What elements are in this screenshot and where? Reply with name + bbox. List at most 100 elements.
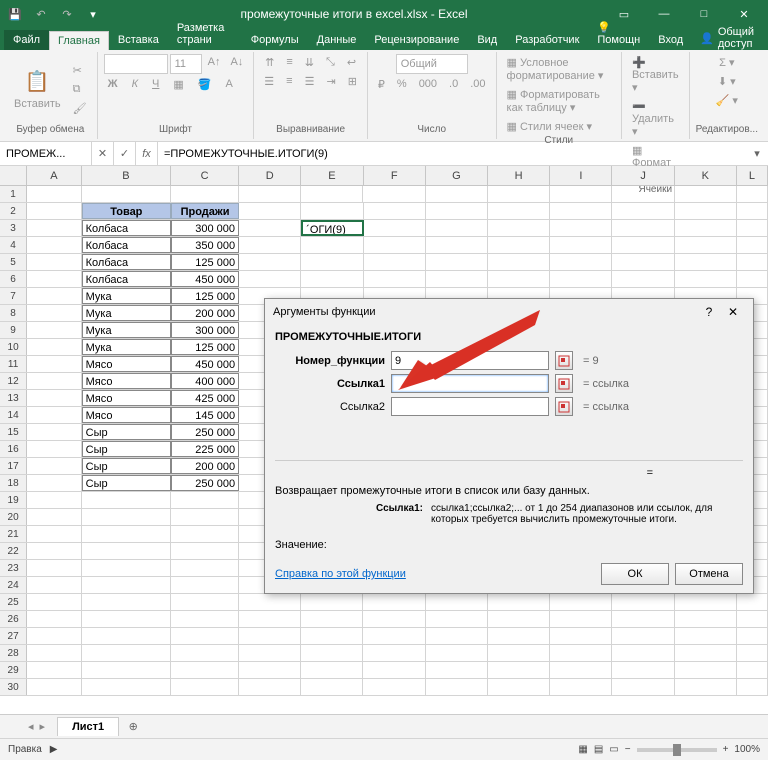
cell[interactable] [27, 322, 81, 338]
cell[interactable] [675, 237, 737, 253]
cell[interactable] [488, 203, 550, 219]
close-icon[interactable]: ✕ [724, 0, 764, 28]
cell[interactable] [82, 526, 171, 542]
cell[interactable] [737, 254, 768, 270]
cell[interactable] [27, 407, 81, 423]
row-header[interactable]: 20 [0, 509, 27, 525]
cell[interactable]: 300 000 [171, 220, 239, 236]
cell[interactable] [426, 662, 488, 678]
cell[interactable] [27, 424, 81, 440]
cell[interactable] [737, 611, 768, 627]
delete-cells-button[interactable]: ➖ Удалить ▾ [628, 98, 683, 140]
cell[interactable]: Мука [82, 339, 171, 355]
cell[interactable] [426, 611, 488, 627]
col-header[interactable]: F [364, 166, 426, 185]
cell[interactable] [27, 560, 81, 576]
row-header[interactable]: 14 [0, 407, 27, 423]
select-all-corner[interactable] [0, 166, 27, 185]
cell[interactable] [488, 679, 550, 695]
cell[interactable] [239, 611, 301, 627]
cell[interactable] [27, 679, 81, 695]
cell[interactable] [301, 271, 363, 287]
cell[interactable] [550, 237, 612, 253]
cell[interactable] [737, 220, 768, 236]
cell[interactable] [239, 237, 301, 253]
indent-icon[interactable]: ⇥ [322, 73, 339, 90]
cell[interactable] [171, 611, 239, 627]
row-header[interactable]: 15 [0, 424, 27, 440]
cell[interactable] [612, 662, 674, 678]
cell[interactable] [363, 645, 425, 661]
cell[interactable]: 450 000 [171, 356, 239, 372]
tab-login[interactable]: Вход [649, 30, 692, 50]
zoom-in-icon[interactable]: + [723, 744, 729, 755]
cell[interactable] [82, 611, 171, 627]
cell[interactable] [239, 203, 301, 219]
cell[interactable] [27, 186, 81, 202]
row-header[interactable]: 10 [0, 339, 27, 355]
cell[interactable] [612, 628, 674, 644]
range-selector-icon[interactable] [555, 351, 573, 370]
row-header[interactable]: 30 [0, 679, 27, 695]
cell[interactable] [612, 611, 674, 627]
cell[interactable] [171, 577, 239, 593]
wrap-text-icon[interactable]: ↩ [343, 54, 360, 71]
cell[interactable] [364, 203, 426, 219]
cell[interactable] [82, 628, 171, 644]
cell[interactable] [171, 543, 239, 559]
arg-input[interactable] [391, 397, 549, 416]
cell[interactable] [675, 220, 737, 236]
cell[interactable] [488, 220, 550, 236]
tab-review[interactable]: Рецензирование [365, 30, 468, 50]
cell[interactable] [364, 220, 426, 236]
cell[interactable] [550, 594, 612, 610]
cell[interactable] [27, 254, 81, 270]
row-header[interactable]: 4 [0, 237, 27, 253]
cell[interactable] [488, 271, 550, 287]
cell[interactable]: 450 000 [171, 271, 239, 287]
tab-layout[interactable]: Разметка страни [168, 18, 242, 50]
cell[interactable] [27, 577, 81, 593]
dialog-close-icon[interactable]: ✕ [721, 305, 745, 319]
tab-file[interactable]: Файл [4, 30, 49, 50]
cell[interactable] [737, 237, 768, 253]
cell[interactable]: Колбаса [82, 220, 171, 236]
cell[interactable]: 400 000 [171, 373, 239, 389]
help-link[interactable]: Справка по этой функции [275, 568, 406, 580]
cell[interactable] [171, 594, 239, 610]
cell[interactable] [301, 594, 363, 610]
share-button[interactable]: 👤 Общий доступ [692, 26, 768, 50]
cell[interactable]: 225 000 [171, 441, 239, 457]
cell-styles-button[interactable]: ▦ Стили ячеек ▾ [503, 118, 597, 135]
cell[interactable]: Сыр [82, 458, 171, 474]
tab-formulas[interactable]: Формулы [242, 30, 308, 50]
cell[interactable] [426, 186, 488, 202]
cell[interactable] [488, 645, 550, 661]
cell[interactable] [488, 186, 550, 202]
cell[interactable] [675, 254, 737, 270]
border-icon[interactable]: ▦ [169, 76, 187, 93]
cell[interactable] [27, 458, 81, 474]
cell[interactable] [737, 594, 768, 610]
cell[interactable]: Мясо [82, 356, 171, 372]
col-header[interactable]: B [82, 166, 171, 185]
cell[interactable]: 125 000 [171, 254, 239, 270]
view-normal-icon[interactable]: ▦ [578, 744, 587, 755]
cell[interactable] [239, 220, 301, 236]
font-size-box[interactable] [170, 54, 202, 74]
cell[interactable] [675, 271, 737, 287]
cell[interactable] [301, 611, 363, 627]
decrease-decimal-icon[interactable]: .00 [466, 76, 489, 93]
row-header[interactable]: 28 [0, 645, 27, 661]
sheet-next-icon[interactable]: ▸ [40, 720, 46, 733]
cell[interactable] [737, 203, 768, 219]
cell[interactable] [488, 254, 550, 270]
copy-icon[interactable]: ⧉ [69, 81, 91, 98]
cell[interactable] [27, 594, 81, 610]
cell[interactable] [239, 271, 301, 287]
undo-icon[interactable]: ↶ [30, 3, 52, 25]
cell[interactable] [171, 662, 239, 678]
row-header[interactable]: 7 [0, 288, 27, 304]
maximize-icon[interactable]: □ [684, 0, 724, 28]
row-header[interactable]: 25 [0, 594, 27, 610]
